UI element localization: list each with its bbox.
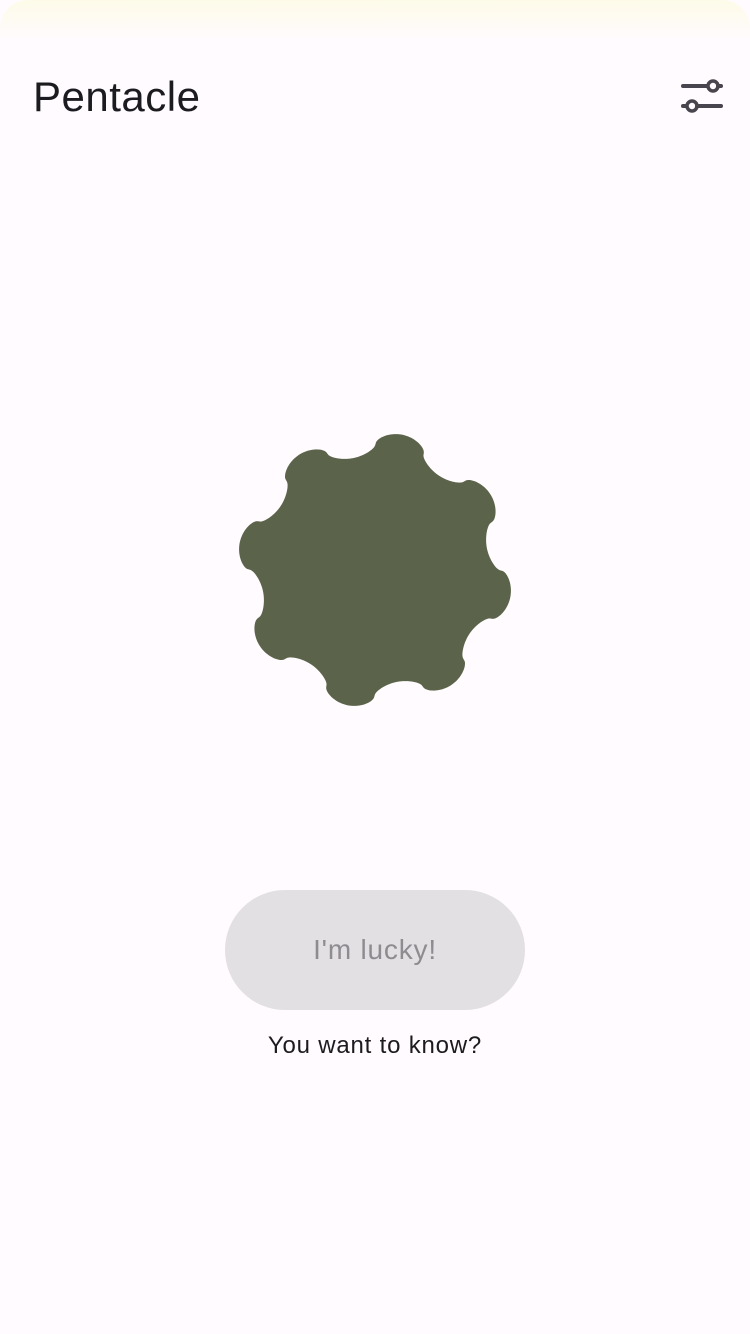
- status-bar: [0, 0, 750, 40]
- page-title: Pentacle: [33, 73, 201, 120]
- tune-icon: [681, 79, 723, 113]
- settings-button[interactable]: [672, 70, 732, 124]
- lucky-shape-container: [235, 430, 515, 710]
- im-lucky-button[interactable]: I'm lucky!: [225, 890, 525, 1010]
- scalloped-star-shape: [239, 434, 511, 706]
- hint-text: You want to know?: [267, 1032, 483, 1059]
